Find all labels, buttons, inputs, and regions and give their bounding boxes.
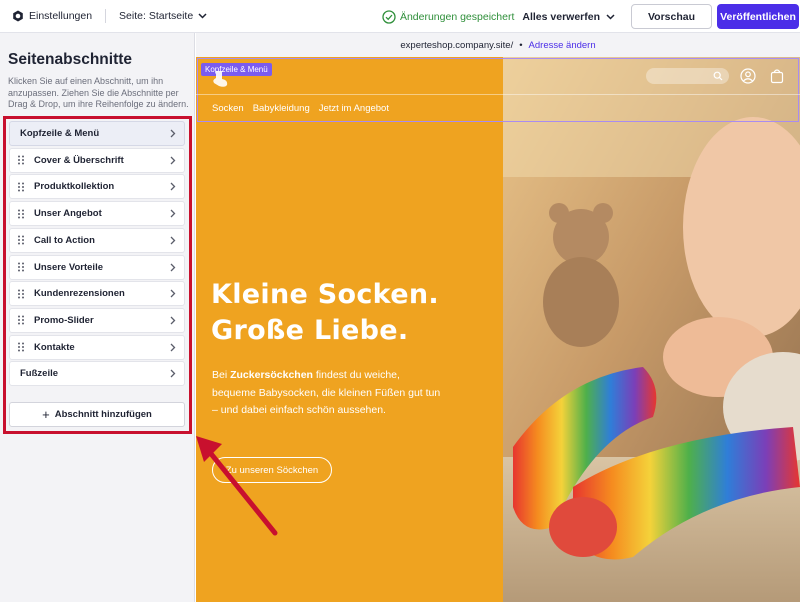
chevron-right-icon (170, 182, 176, 191)
subtext-prefix: Bei (212, 369, 231, 381)
drag-handle-icon[interactable] (17, 315, 25, 325)
section-item-label: Unser Angebot (34, 208, 102, 220)
chevron-down-icon (606, 13, 615, 20)
section-item-label: Promo-Slider (34, 314, 94, 326)
drag-handle-icon[interactable] (17, 182, 25, 192)
page-selector[interactable]: Seite: Startseite (119, 10, 207, 22)
page-selector-label: Seite: Startseite (119, 10, 194, 22)
nav-item[interactable]: Jetzt im Angebot (319, 103, 389, 114)
drag-handle-icon[interactable] (17, 155, 25, 165)
section-item-label: Kopfzeile & Menü (20, 128, 100, 139)
nav-item[interactable]: Babykleidung (253, 103, 310, 114)
section-item[interactable]: Call to Action (9, 227, 185, 253)
section-item-label: Kundenrezensionen (34, 288, 125, 300)
panel-description: Klicken Sie auf einen Abschnitt, um ihn … (8, 76, 189, 109)
chevron-right-icon (170, 316, 176, 325)
section-item-label: Call to Action (34, 234, 95, 246)
save-status-label: Änderungen gespeichert (399, 10, 515, 23)
chevron-right-icon (170, 263, 176, 271)
drag-handle-icon[interactable] (17, 262, 25, 272)
main-nav: Socken Babykleidung Jetzt im Angebot (212, 103, 398, 114)
settings-button[interactable]: Einstellungen (12, 10, 92, 22)
shopping-bag-icon[interactable] (769, 68, 785, 84)
site-url: experteshop.company.site/ (400, 39, 514, 51)
address-bar: experteshop.company.site/ • Adresse ände… (196, 33, 800, 57)
save-status: Änderungen gespeichert (382, 9, 515, 24)
section-item[interactable]: Unser Angebot (9, 201, 185, 227)
nav-item[interactable]: Socken (212, 103, 244, 114)
discard-dropdown[interactable]: Alles verwerfen (522, 11, 615, 23)
drag-handle-icon[interactable] (17, 289, 25, 299)
divider (105, 9, 107, 23)
chevron-right-icon (170, 129, 176, 138)
section-item[interactable]: Cover & Überschrift (9, 147, 185, 173)
headline-line-2: Große Liebe. (211, 315, 409, 346)
drag-handle-icon[interactable] (17, 235, 25, 245)
plus-icon: + (42, 406, 50, 422)
user-icon[interactable] (740, 68, 756, 84)
chevron-right-icon (170, 289, 176, 298)
section-item-label: Unsere Vorteile (34, 261, 103, 273)
sock-logo-icon (213, 71, 228, 87)
publish-button[interactable]: Veröffentlichen (717, 4, 799, 29)
section-item-label: Kontakte (34, 341, 75, 353)
section-item[interactable]: Kundenrezensionen (9, 281, 185, 307)
section-item[interactable]: Promo-Slider (9, 307, 185, 333)
section-item-label: Cover & Überschrift (34, 154, 124, 166)
add-section-label: Abschnitt hinzufügen (54, 409, 152, 420)
search-icon (713, 71, 723, 81)
annotation-arrow (196, 436, 278, 536)
hero-headline: Kleine Socken. Große Liebe. (211, 277, 439, 349)
discard-label: Alles verwerfen (522, 10, 600, 23)
brand-name: Zuckersöckchen (230, 369, 313, 381)
section-item-label: Produktkollektion (34, 181, 115, 193)
search-input[interactable] (646, 68, 729, 84)
add-section-button[interactable]: + Abschnitt hinzufügen (9, 402, 185, 427)
section-item[interactable]: Unsere Vorteile (9, 254, 185, 280)
drag-handle-icon[interactable] (17, 209, 25, 219)
preview-button[interactable]: Vorschau (631, 4, 712, 29)
chevron-right-icon (170, 343, 176, 352)
baby-socks-photo (503, 57, 800, 602)
drag-handle-icon[interactable] (17, 342, 25, 352)
hero-image (503, 57, 800, 602)
panel-title: Seitenabschnitte (8, 51, 133, 68)
section-item[interactable]: Kopfzeile & Menü (9, 121, 185, 146)
separator: • (519, 39, 523, 51)
top-bar: Einstellungen Seite: Startseite Änderung… (0, 0, 800, 33)
headline-line-1: Kleine Socken. (211, 279, 439, 310)
header-divider (196, 94, 800, 95)
sections-panel: Seitenabschnitte Klicken Sie auf einen A… (0, 33, 195, 602)
section-item[interactable]: Produktkollektion (9, 174, 185, 200)
chevron-right-icon (170, 209, 176, 218)
settings-label: Einstellungen (29, 10, 93, 22)
section-item[interactable]: Fußzeile (9, 361, 185, 387)
hero-subtext: Bei Zuckersöckchen findest du weiche, be… (212, 367, 442, 420)
chevron-down-icon (198, 13, 207, 19)
gear-icon (13, 10, 23, 22)
section-item-label: Fußzeile (20, 368, 59, 380)
chevron-right-icon (170, 369, 176, 378)
chevron-right-icon (170, 156, 176, 165)
chevron-right-icon (170, 236, 176, 245)
change-address-link[interactable]: Adresse ändern (529, 40, 596, 51)
check-circle-icon (382, 9, 396, 24)
section-item[interactable]: Kontakte (9, 334, 185, 360)
